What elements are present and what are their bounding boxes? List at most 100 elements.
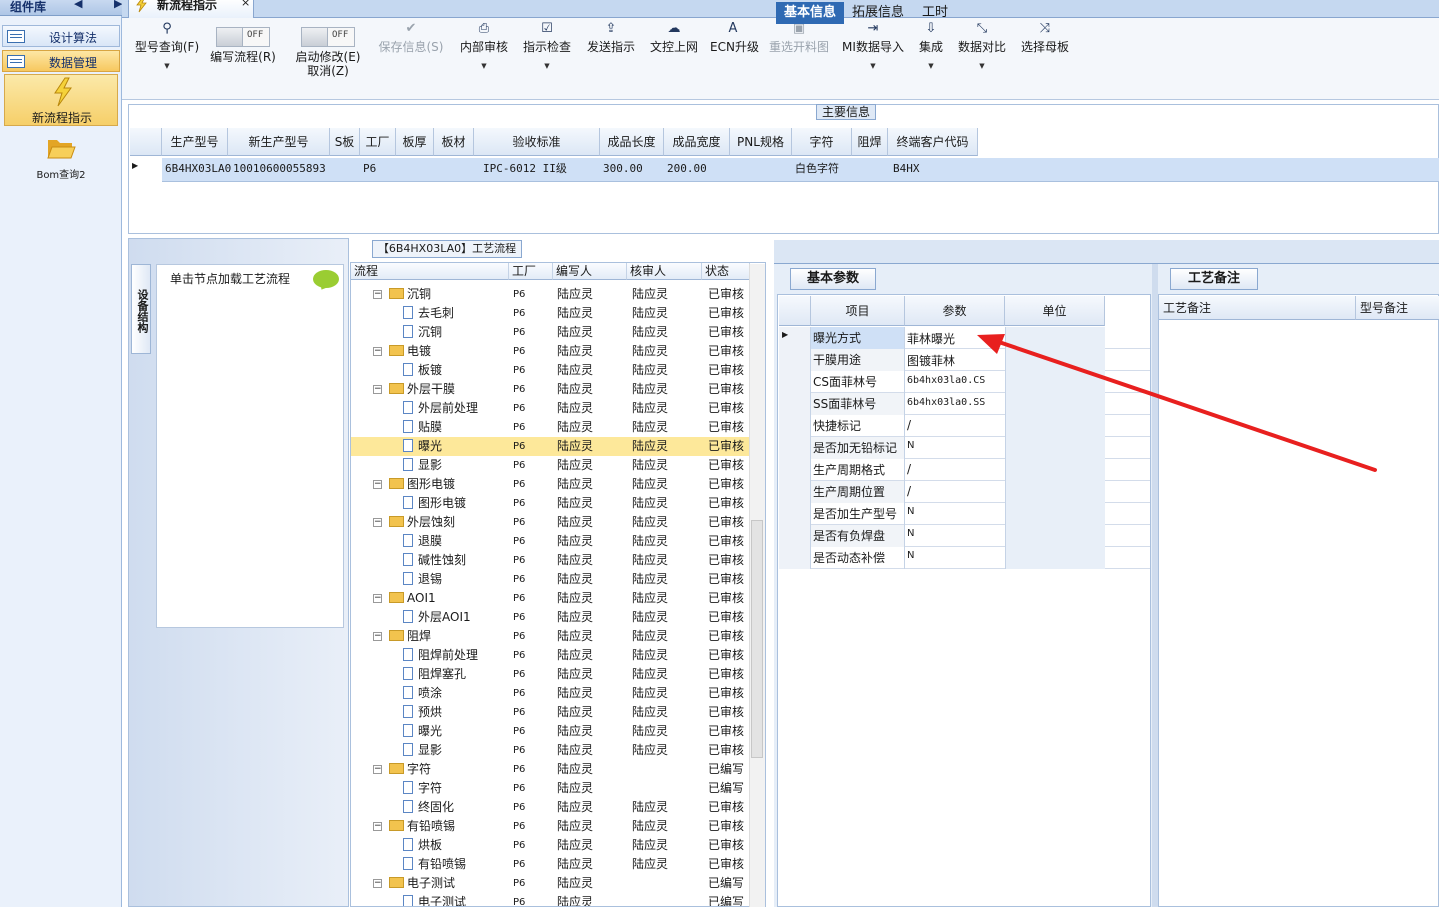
tree-node[interactable]: 外层AOI1 (403, 608, 471, 627)
toggle-switch[interactable]: OFF (301, 27, 355, 47)
tree-row[interactable]: 电子测试 P6 陆应灵 已编写 (351, 893, 749, 906)
tree-node[interactable]: 外层蚀刻 (389, 513, 455, 532)
tree-node[interactable]: 贴膜 (403, 418, 442, 437)
param-value[interactable]: N (907, 506, 914, 517)
tree-row[interactable]: − 电镀 P6 陆应灵 陆应灵 已审核 (351, 342, 749, 361)
param-row[interactable]: 生产周期位置 / (779, 481, 1150, 503)
tree-node[interactable]: 电子测试 (389, 874, 455, 893)
menu-data-management[interactable]: 数据管理 (2, 50, 120, 72)
model-search-button[interactable]: ⚲ 型号查询(F) ▼ (132, 18, 202, 98)
param-value[interactable]: 图镀菲林 (907, 352, 955, 369)
collapse-toggle-icon[interactable]: − (373, 480, 382, 489)
tree-node[interactable]: 曝光 (403, 437, 442, 456)
collapse-toggle-icon[interactable]: − (373, 385, 382, 394)
param-value[interactable]: 6b4hx03la0.CS (907, 375, 985, 386)
tab-close-button[interactable]: × (241, 0, 250, 9)
tree-row[interactable]: 退锡 P6 陆应灵 陆应灵 已审核 (351, 570, 749, 589)
tree-node[interactable]: 预烘 (403, 703, 442, 722)
param-unit[interactable] (1005, 503, 1105, 525)
tree-node[interactable]: 有铅喷锡 (389, 817, 455, 836)
tree-node[interactable]: 去毛刺 (403, 304, 454, 323)
param-unit[interactable] (1005, 525, 1105, 547)
doc-control-upload-button[interactable]: ☁ 文控上网 (648, 18, 700, 98)
param-value[interactable]: / (907, 418, 911, 432)
tree-row[interactable]: − 字符 P6 陆应灵 已编写 (351, 760, 749, 779)
tree-row[interactable]: 外层前处理 P6 陆应灵 陆应灵 已审核 (351, 399, 749, 418)
tree-row[interactable]: − 电子测试 P6 陆应灵 已编写 (351, 874, 749, 893)
tree-row[interactable]: 显影 P6 陆应灵 陆应灵 已审核 (351, 456, 749, 475)
start-modify-toggle[interactable]: OFF 启动修改(E) 取消(Z) (292, 18, 364, 98)
tree-node[interactable]: 字符 (389, 760, 431, 779)
tree-row[interactable]: 图形电镀 P6 陆应灵 陆应灵 已审核 (351, 494, 749, 513)
param-value[interactable]: 菲林曝光 (907, 330, 955, 347)
tree-node[interactable]: 阻焊塞孔 (403, 665, 466, 684)
tree-node[interactable]: 图形电镀 (403, 494, 466, 513)
tree-node[interactable]: 有铅喷锡 (403, 855, 466, 874)
collapse-toggle-icon[interactable]: − (373, 822, 382, 831)
integrate-button[interactable]: ⇩ 集成 ▼ (914, 18, 948, 98)
param-row[interactable]: 是否有负焊盘 N (779, 525, 1150, 547)
tab-equipment-structure[interactable]: 设备结构 (131, 264, 151, 354)
sidebar-item-new-flow[interactable]: 新流程指示 (4, 74, 118, 126)
tree-node[interactable]: 终固化 (403, 798, 454, 817)
tab-basic-params[interactable]: 基本参数 (790, 268, 876, 290)
tree-node[interactable]: 显影 (403, 741, 442, 760)
param-value[interactable]: 6b4hx03la0.SS (907, 397, 985, 408)
tree-row[interactable]: 去毛刺 P6 陆应灵 陆应灵 已审核 (351, 304, 749, 323)
tree-node[interactable]: 显影 (403, 456, 442, 475)
tree-row[interactable]: 阻焊前处理 P6 陆应灵 陆应灵 已审核 (351, 646, 749, 665)
tree-node[interactable]: 外层干膜 (389, 380, 455, 399)
tree-row[interactable]: 有铅喷锡 P6 陆应灵 陆应灵 已审核 (351, 855, 749, 874)
col-header[interactable]: 流程 (351, 263, 509, 280)
tree-node[interactable]: 阻焊前处理 (403, 646, 478, 665)
tree-node[interactable]: 退锡 (403, 570, 442, 589)
collapse-toggle-icon[interactable]: − (373, 632, 382, 641)
collapse-toggle-icon[interactable]: − (373, 518, 382, 527)
tree-row[interactable]: 碱性蚀刻 P6 陆应灵 陆应灵 已审核 (351, 551, 749, 570)
collapse-toggle-icon[interactable]: − (373, 765, 382, 774)
tree-row[interactable]: 预烘 P6 陆应灵 陆应灵 已审核 (351, 703, 749, 722)
tree-node[interactable]: AOI1 (389, 589, 436, 608)
instruction-check-button[interactable]: ☑ 指示检查 ▼ (520, 18, 574, 98)
param-value[interactable]: / (907, 462, 911, 476)
tree-row[interactable]: 烘板 P6 陆应灵 陆应灵 已审核 (351, 836, 749, 855)
tree-row[interactable]: − 外层干膜 P6 陆应灵 陆应灵 已审核 (351, 380, 749, 399)
tree-row[interactable]: − AOI1 P6 陆应灵 陆应灵 已审核 (351, 589, 749, 608)
param-value[interactable]: / (907, 484, 911, 498)
reselect-cut-chart-button[interactable]: ▣ 重选开料图 (767, 18, 831, 98)
tab-extended-info[interactable]: 拓展信息 (844, 2, 912, 24)
tree-node[interactable]: 喷涂 (403, 684, 442, 703)
col-header[interactable]: 工厂 (509, 263, 553, 280)
sidebar-item-bom-query[interactable]: Bom查询2 (4, 132, 118, 181)
param-unit[interactable] (1005, 481, 1105, 503)
tree-row[interactable]: 外层AOI1 P6 陆应灵 陆应灵 已审核 (351, 608, 749, 627)
tab-work-hours[interactable]: 工时 (914, 2, 956, 24)
tree-row[interactable]: 字符 P6 陆应灵 已编写 (351, 779, 749, 798)
param-row[interactable]: 是否动态补偿 N (779, 547, 1150, 569)
tree-node[interactable]: 板镀 (403, 361, 442, 380)
tree-node[interactable]: 沉铜 (403, 323, 442, 342)
collapse-toggle-icon[interactable]: − (373, 879, 382, 888)
tree-row[interactable]: 沉铜 P6 陆应灵 陆应灵 已审核 (351, 323, 749, 342)
tree-node[interactable]: 图形电镀 (389, 475, 455, 494)
tree-node[interactable]: 字符 (403, 779, 442, 798)
col-header[interactable]: 核审人 (627, 263, 702, 280)
param-value[interactable]: N (907, 440, 914, 451)
tab-process-remarks[interactable]: 工艺备注 (1170, 268, 1258, 290)
col-header[interactable]: 工艺备注 (1159, 296, 1355, 320)
tree-row[interactable]: 退膜 P6 陆应灵 陆应灵 已审核 (351, 532, 749, 551)
tree-row[interactable]: 曝光 P6 陆应灵 陆应灵 已审核 (351, 722, 749, 741)
tree-row[interactable]: − 阻焊 P6 陆应灵 陆应灵 已审核 (351, 627, 749, 646)
tree-row[interactable]: 阻焊塞孔 P6 陆应灵 陆应灵 已审核 (351, 665, 749, 684)
tree-node[interactable]: 电镀 (389, 342, 431, 361)
write-flow-toggle[interactable]: OFF 编写流程(R) (206, 18, 280, 98)
tree-row[interactable]: 贴膜 P6 陆应灵 陆应灵 已审核 (351, 418, 749, 437)
tree-node[interactable]: 退膜 (403, 532, 442, 551)
tab-new-flow[interactable]: 新流程指示 × (128, 0, 254, 18)
tree-row[interactable]: 终固化 P6 陆应灵 陆应灵 已审核 (351, 798, 749, 817)
tree-node[interactable]: 烘板 (403, 836, 442, 855)
internal-review-button[interactable]: ⎙ 内部审核 ▼ (456, 18, 512, 98)
col-header[interactable]: 参数 (905, 296, 1005, 326)
tree-node[interactable]: 沉铜 (389, 285, 431, 304)
ecn-upgrade-button[interactable]: A ECN升级 (710, 18, 759, 98)
